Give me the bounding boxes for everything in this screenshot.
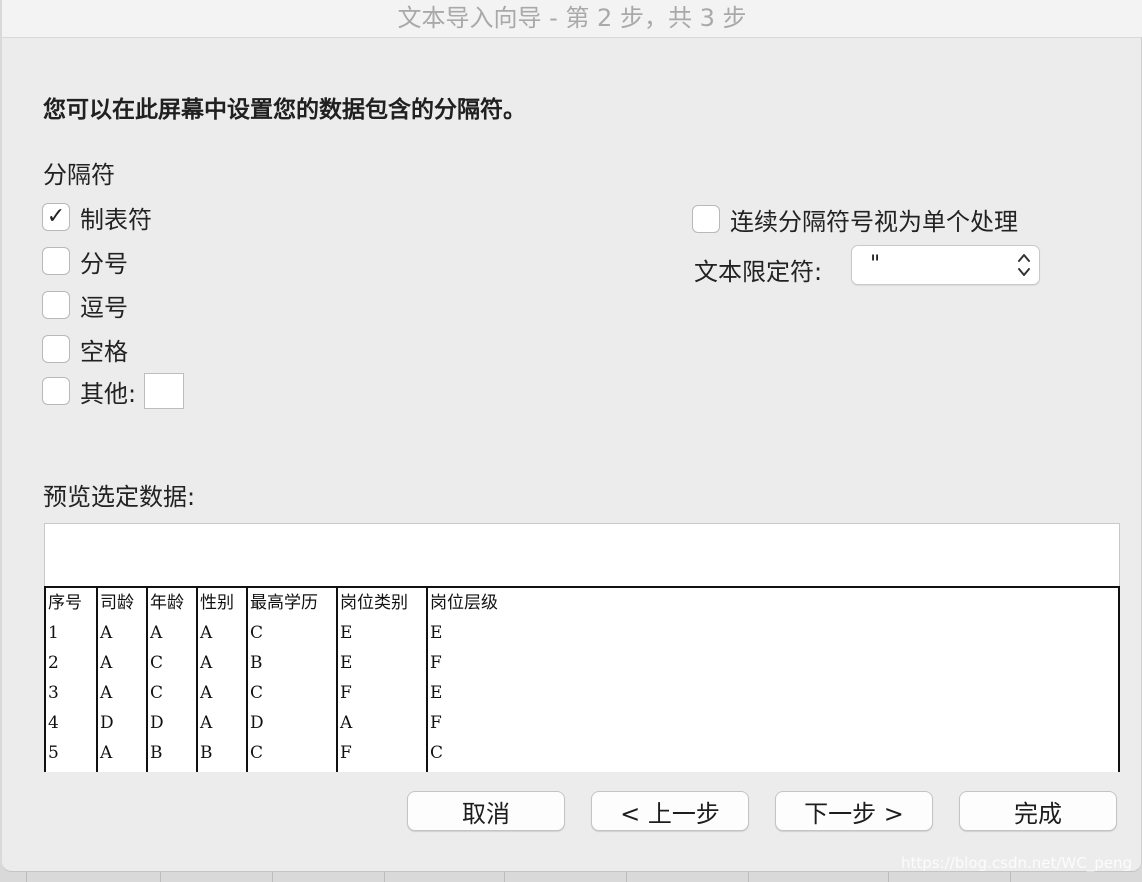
space-delimiter-option[interactable]: 空格 (42, 334, 128, 366)
preview-cell: 岗位层级 (430, 593, 498, 613)
semicolon-delimiter-option[interactable]: 分号 (42, 246, 128, 278)
preview-column[interactable]: 年龄 A C C D B (146, 588, 196, 772)
preview-cell: C (250, 683, 264, 703)
preview-cell: 岗位类别 (340, 593, 408, 613)
preview-cell: F (340, 683, 352, 703)
preview-cell: C (150, 683, 164, 703)
preview-cell: F (430, 713, 442, 733)
preview-cell: A (100, 653, 113, 673)
other-delimiter-input[interactable] (144, 373, 185, 409)
preview-cell: A (200, 623, 213, 643)
text-import-wizard-dialog: 文本导入向导 - 第 2 步，共 3 步 您可以在此屏幕中设置您的数据包含的分隔… (2, 0, 1142, 872)
preview-cell: C (430, 743, 444, 763)
text-qualifier-label: 文本限定符: (694, 258, 823, 286)
preview-label: 预览选定数据: (43, 483, 196, 511)
preview-column[interactable]: 司龄 A A A D A (96, 588, 146, 772)
preview-cell: 5 (48, 743, 59, 763)
preview-cell: B (250, 653, 263, 673)
preview-cell: B (200, 743, 213, 763)
preview-cell: 最高学历 (250, 593, 318, 613)
preview-cell: C (250, 743, 264, 763)
comma-delimiter-label: 逗号 (80, 293, 128, 322)
preview-column[interactable]: 性别 A A A A B (196, 588, 246, 772)
other-delimiter-option[interactable]: 其他: (42, 373, 185, 409)
space-delimiter-label: 空格 (80, 337, 128, 366)
checkmark-icon: ✓ (46, 204, 66, 229)
preview-cell: E (430, 623, 443, 643)
semicolon-delimiter-label: 分号 (80, 249, 128, 278)
preview-cell: D (250, 713, 264, 733)
preview-cell: 年龄 (150, 593, 184, 613)
comma-delimiter-option[interactable]: 逗号 (42, 290, 128, 322)
preview-cell: E (340, 653, 353, 673)
preview-cell: F (340, 743, 352, 763)
preview-cell: C (250, 623, 264, 643)
preview-cell: D (150, 713, 164, 733)
next-button[interactable]: 下一步 > (775, 791, 933, 831)
tab-delimiter-label: 制表符 (80, 205, 152, 234)
watermark-text: https://blog.csdn.net/WC_peng (900, 854, 1132, 872)
preview-column[interactable]: 最高学历 C B C D C (246, 588, 336, 772)
preview-column[interactable]: 序号 1 2 3 4 5 (46, 588, 96, 772)
preview-data-grid[interactable]: 序号 1 2 3 4 5 司龄 A A A D A 年龄 A C C D B 性… (44, 586, 1120, 772)
text-qualifier-select[interactable]: " (851, 245, 1040, 285)
comma-delimiter-checkbox[interactable] (42, 291, 70, 319)
preview-cell: 1 (48, 623, 59, 643)
preview-cell: A (200, 653, 213, 673)
preview-cell: 4 (48, 713, 59, 733)
semicolon-delimiter-checkbox[interactable] (42, 247, 70, 275)
preview-cell: 司龄 (100, 593, 134, 613)
other-delimiter-checkbox[interactable] (42, 377, 70, 405)
preview-cell: A (200, 713, 213, 733)
preview-cell: A (100, 683, 113, 703)
preview-cell: 序号 (48, 593, 82, 613)
preview-cell: C (150, 653, 164, 673)
cancel-button[interactable]: 取消 (407, 791, 565, 831)
preview-column[interactable]: 岗位层级 E F E F C (426, 588, 1118, 772)
up-down-chevron-icon (1018, 254, 1030, 276)
finish-button[interactable]: 完成 (959, 791, 1117, 831)
window-title: 文本导入向导 - 第 2 步，共 3 步 (2, 0, 1142, 38)
preview-cell: F (430, 653, 442, 673)
back-button[interactable]: < 上一步 (591, 791, 749, 831)
preview-cell: A (100, 623, 113, 643)
delimiters-group-label: 分隔符 (43, 161, 115, 189)
preview-cell: E (430, 683, 443, 703)
space-delimiter-checkbox[interactable] (42, 335, 70, 363)
consecutive-delimiters-checkbox[interactable] (692, 205, 720, 233)
preview-cell: 性别 (200, 593, 234, 613)
instruction-text: 您可以在此屏幕中设置您的数据包含的分隔符。 (43, 97, 526, 123)
preview-cell: A (150, 623, 163, 643)
preview-cell: A (100, 743, 113, 763)
tab-delimiter-checkbox[interactable]: ✓ (42, 203, 70, 231)
preview-cell: 3 (48, 683, 59, 703)
preview-cell: D (100, 713, 114, 733)
preview-cell: A (340, 713, 353, 733)
preview-cell: B (150, 743, 163, 763)
preview-cell: 2 (48, 653, 59, 673)
consecutive-delimiters-option[interactable]: 连续分隔符号视为单个处理 (692, 204, 1018, 236)
other-delimiter-label: 其他: (80, 379, 137, 408)
text-qualifier-value: " (870, 252, 881, 277)
consecutive-delimiters-label: 连续分隔符号视为单个处理 (730, 207, 1018, 236)
tab-delimiter-option[interactable]: ✓ 制表符 (42, 202, 152, 234)
preview-header-area (44, 523, 1120, 587)
preview-column[interactable]: 岗位类别 E E F A F (336, 588, 426, 772)
preview-cell: A (200, 683, 213, 703)
preview-cell: E (340, 623, 353, 643)
